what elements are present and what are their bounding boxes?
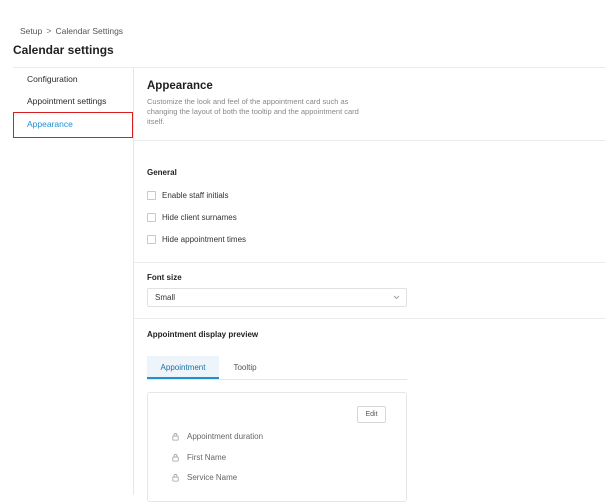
general-label: General xyxy=(147,168,177,177)
appointment-preview-card: Edit Appointment duration First Name Ser… xyxy=(147,392,407,502)
option-label: Enable staff initials xyxy=(162,191,229,200)
sidebar-item-label: Appointment settings xyxy=(27,96,107,106)
breadcrumb-separator: > xyxy=(46,26,52,36)
sidebar-item-appointment-settings[interactable]: Appointment settings xyxy=(13,90,133,112)
sidebar-item-label: Configuration xyxy=(27,74,78,84)
breadcrumb-current: Calendar Settings xyxy=(55,26,124,36)
chevron-down-icon xyxy=(393,289,400,313)
page-title: Calendar settings xyxy=(13,43,114,57)
divider xyxy=(134,262,606,263)
hide-appointment-times-checkbox[interactable] xyxy=(147,235,156,244)
hide-client-surnames-checkbox[interactable] xyxy=(147,213,156,222)
section-title: Appearance xyxy=(147,80,213,92)
option-label: Hide appointment times xyxy=(162,235,247,244)
lock-icon xyxy=(172,433,179,441)
font-size-label: Font size xyxy=(147,273,182,282)
preview-label: Appointment display preview xyxy=(147,330,259,339)
preview-field-label: Service Name xyxy=(187,473,238,482)
lock-icon xyxy=(172,454,179,462)
preview-field: Appointment duration xyxy=(171,432,263,441)
section-description: Customize the look and feel of the appoi… xyxy=(147,97,359,126)
sidebar-item-configuration[interactable]: Configuration xyxy=(13,68,133,90)
preview-field-label: Appointment duration xyxy=(187,432,264,441)
edit-button[interactable]: Edit xyxy=(357,406,386,423)
lock-icon xyxy=(172,474,179,482)
hide-client-surnames-option[interactable]: Hide client surnames xyxy=(147,213,237,222)
sidebar-item-appearance[interactable]: Appearance xyxy=(13,112,133,138)
settings-sidebar: Configuration Appointment settings Appea… xyxy=(13,67,134,495)
option-label: Hide client surnames xyxy=(162,213,237,222)
preview-field: First Name xyxy=(171,453,226,462)
tab-tooltip[interactable]: Tooltip xyxy=(225,356,265,379)
divider xyxy=(134,318,606,319)
font-size-select[interactable]: Small xyxy=(147,288,407,307)
divider xyxy=(134,140,606,141)
enable-staff-initials-checkbox[interactable] xyxy=(147,191,156,200)
preview-field: Service Name xyxy=(171,473,237,482)
hide-appointment-times-option[interactable]: Hide appointment times xyxy=(147,235,246,244)
breadcrumb-setup-link[interactable]: Setup xyxy=(20,26,42,36)
preview-tabs: Appointment Tooltip xyxy=(147,356,407,380)
top-divider xyxy=(134,67,606,68)
font-size-value: Small xyxy=(155,293,176,302)
tab-appointment[interactable]: Appointment xyxy=(147,356,219,379)
breadcrumb: Setup > Calendar Settings xyxy=(20,26,123,36)
sidebar-item-label: Appearance xyxy=(27,119,73,129)
preview-field-label: First Name xyxy=(187,453,227,462)
enable-staff-initials-option[interactable]: Enable staff initials xyxy=(147,191,229,200)
